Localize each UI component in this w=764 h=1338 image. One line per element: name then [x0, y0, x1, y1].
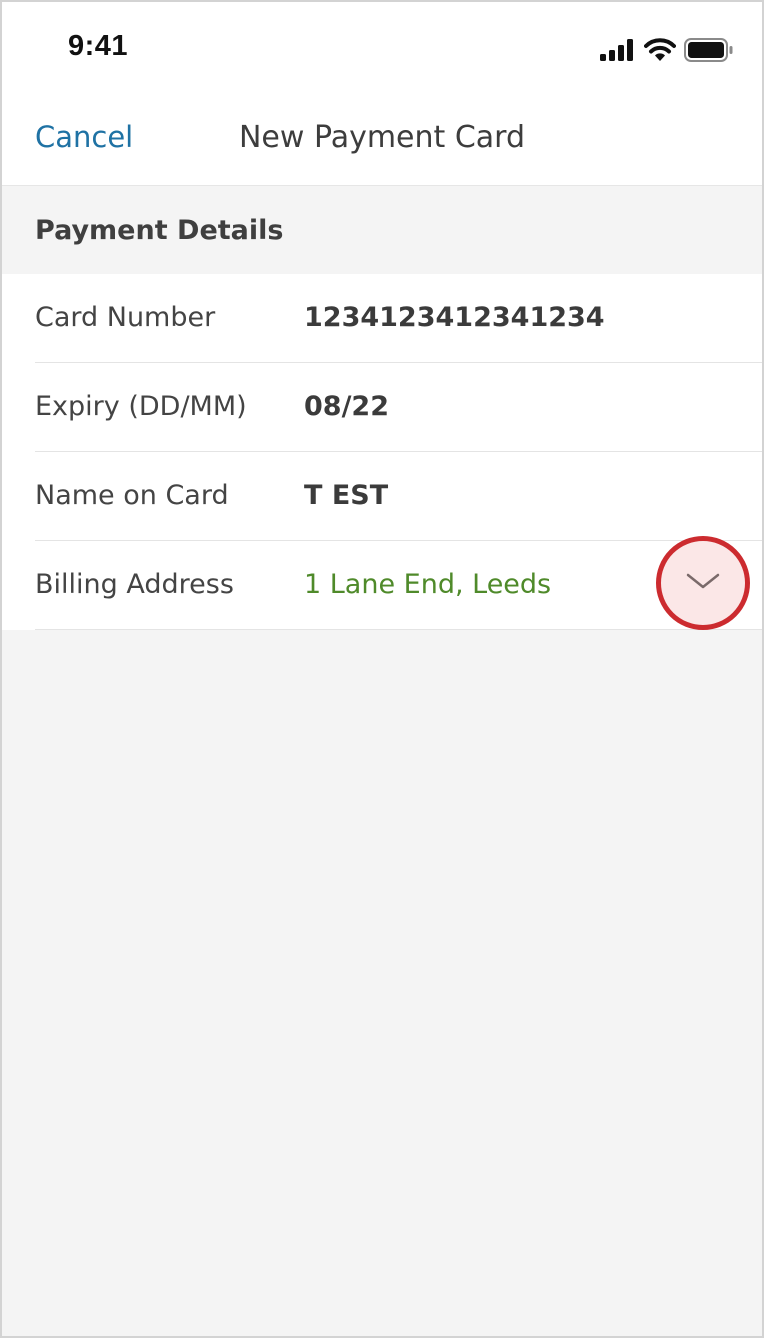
chevron-down-icon — [686, 572, 720, 594]
section-header-payment-details: Payment Details — [2, 186, 762, 274]
battery-icon — [684, 38, 734, 66]
expiry-row[interactable]: Expiry (DD/MM) 08/22 — [35, 363, 762, 452]
name-on-card-value[interactable]: T EST — [304, 480, 388, 511]
screen: 9:41 Cancel New Payment Card Payment Det… — [0, 0, 764, 1338]
status-bar: 9:41 — [2, 2, 762, 94]
expiry-value[interactable]: 08/22 — [304, 391, 389, 422]
page-title: New Payment Card — [238, 120, 526, 155]
status-time: 9:41 — [68, 30, 129, 62]
section-title: Payment Details — [35, 215, 284, 246]
status-icons — [600, 38, 734, 66]
billing-address-row[interactable]: Billing Address 1 Lane End, Leeds — [35, 536, 762, 630]
billing-address-value[interactable]: 1 Lane End, Leeds — [304, 569, 551, 600]
billing-address-label: Billing Address — [35, 569, 234, 600]
wifi-icon — [644, 38, 676, 66]
payment-details-form: Card Number 1234123412341234 Expiry (DD/… — [2, 274, 762, 630]
billing-address-expand-button[interactable] — [656, 536, 750, 630]
name-on-card-row[interactable]: Name on Card T EST — [35, 452, 762, 541]
card-number-label: Card Number — [35, 302, 216, 333]
signal-icon — [600, 39, 636, 65]
expiry-label: Expiry (DD/MM) — [35, 391, 247, 422]
card-number-row[interactable]: Card Number 1234123412341234 — [35, 274, 762, 363]
name-on-card-label: Name on Card — [35, 480, 229, 511]
navigation-bar: Cancel New Payment Card — [2, 94, 762, 186]
card-number-value[interactable]: 1234123412341234 — [304, 302, 605, 333]
